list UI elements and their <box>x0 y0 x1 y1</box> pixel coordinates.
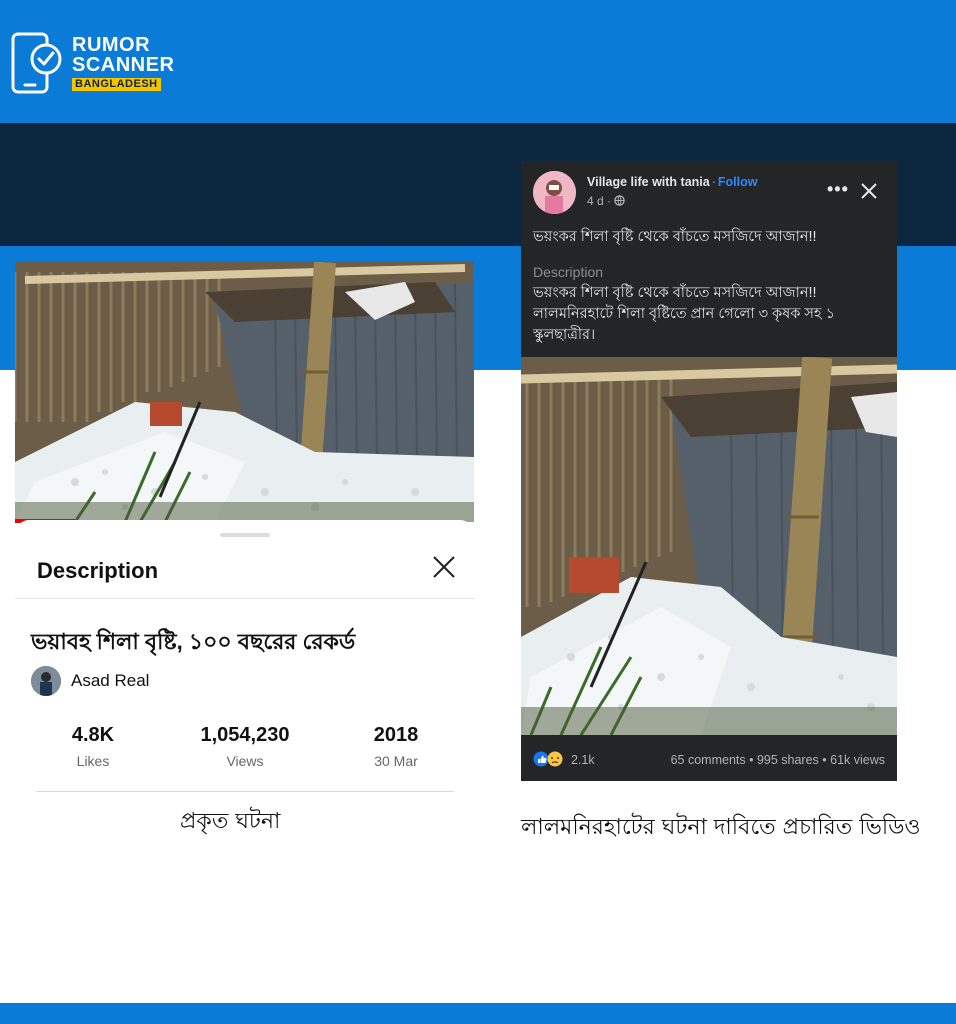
drag-handle[interactable] <box>220 533 270 537</box>
facebook-post-footer: 2.1k 65 comments • 995 shares • 61k view… <box>521 735 897 781</box>
post-time-text: 4 d · <box>587 194 612 208</box>
youtube-description-panel: Description ভয়াবহ শিলা বৃষ্টি, ১০০ বছরে… <box>15 520 474 810</box>
stat-label: 30 Mar <box>374 753 418 769</box>
stat-value: 1,054,230 <box>200 724 290 746</box>
page-name-row: Village life with tania · Follow <box>587 175 758 189</box>
description-line: লালমনিরহাটে শিলা বৃষ্টিতে প্রান গেলো ৩ ক… <box>533 306 835 343</box>
facebook-video-frame[interactable] <box>521 357 897 735</box>
stat-value: 2018 <box>373 724 419 746</box>
caption-actual-event: প্রকৃত ঘটনা <box>180 809 281 834</box>
stat-label: Views <box>226 753 264 769</box>
channel-name[interactable]: Asad Real <box>71 671 149 691</box>
video-title: ভয়াবহ শিলা বৃষ্টি, ১০০ বছরের রেকর্ড <box>31 629 356 654</box>
stat-value: 4.8K <box>71 724 115 746</box>
description-heading: Description <box>37 558 159 583</box>
page-avatar[interactable] <box>533 171 576 214</box>
footer-band <box>0 1003 956 1024</box>
close-icon[interactable] <box>860 182 878 200</box>
stat-likes: 4.8K Likes <box>23 724 163 769</box>
post-stats[interactable]: 65 comments • 995 shares • 61k views <box>671 753 885 767</box>
caption-claimed-event: লালমনিরহাটের ঘটনা দাবিতে প্রচারিত ভিডিও <box>521 815 921 840</box>
rumor-scanner-logo: RUMOR SCANNER BANGLADESH <box>10 31 174 95</box>
divider <box>36 791 454 792</box>
divider <box>15 598 474 599</box>
description-line: ভয়ংকর শিলা বৃষ্টি থেকে বাঁচতে মসজিদে আজ… <box>533 285 817 301</box>
description-heading: Description <box>533 264 604 280</box>
stat-views: 1,054,230 Views <box>175 724 315 769</box>
facebook-post-header: Village life with tania · Follow 4 d · •••… <box>521 161 897 358</box>
stat-date: 2018 30 Mar <box>326 724 466 769</box>
more-options-icon[interactable]: ••• <box>827 179 849 200</box>
logo-line-1: RUMOR <box>72 34 151 56</box>
stat-label: Likes <box>76 753 110 769</box>
close-icon[interactable] <box>431 554 457 580</box>
post-time: 4 d · <box>587 194 626 208</box>
post-description: ভয়ংকর শিলা বৃষ্টি থেকে বাঁচতে মসজিদে আজ… <box>533 283 888 346</box>
channel-avatar[interactable] <box>31 666 61 696</box>
youtube-video-frame[interactable] <box>15 262 474 522</box>
phone-check-icon <box>11 32 62 94</box>
page-name[interactable]: Village life with tania <box>587 175 710 189</box>
like-sad-reactions-icon[interactable] <box>533 751 567 767</box>
globe-icon <box>614 195 626 206</box>
reaction-count[interactable]: 2.1k <box>571 753 595 767</box>
logo-line-3: BANGLADESH <box>72 78 161 91</box>
follow-link[interactable]: Follow <box>718 175 758 189</box>
post-text: ভয়ংকর শিলা বৃষ্টি থেকে বাঁচতে মসজিদে আজ… <box>533 229 817 245</box>
logo-line-2: SCANNER <box>72 54 175 76</box>
